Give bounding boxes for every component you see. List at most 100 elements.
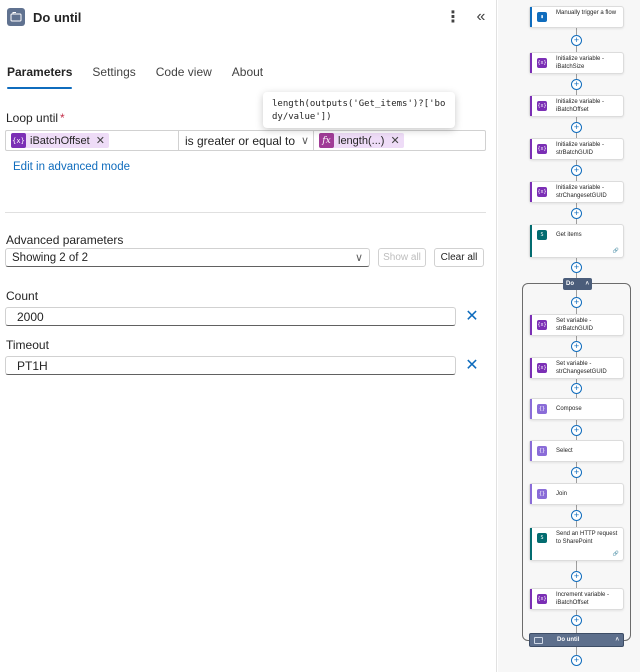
flow-node[interactable]: {x} Set variable - strBatchGUID [529,314,624,336]
tab-code-view[interactable]: Code view [156,64,212,86]
condition-right-operand[interactable]: fx length(...) ✕ [314,131,485,150]
section-divider [5,212,486,213]
do-until-label: Do until [557,637,580,643]
flow-node[interactable]: {x} Initialize variable - strBatchGUID [529,138,624,160]
variable-icon: {x} [537,187,547,197]
do-until-icon [534,636,543,644]
flow-node[interactable]: {x} Increment variable - iBatchOffset [529,588,624,610]
flow-node[interactable]: {} Compose [529,398,624,420]
advanced-parameters-dropdown[interactable]: Showing 2 of 2 ∨ [5,248,370,267]
variable-icon: {x} [11,133,26,148]
condition-left-operand[interactable]: {x} iBatchOffset ✕ [6,131,179,150]
add-action-icon[interactable]: + [571,615,582,626]
add-action-icon[interactable]: + [571,510,582,521]
do-scope-chip[interactable]: Do ˄ [563,278,592,290]
chevron-down-icon: ∨ [354,252,363,264]
node-label: Initialize variable - iBatchSize [556,56,605,70]
expression-tooltip: length(outputs('Get_items')?['body/value… [263,92,455,128]
flow-node[interactable]: {} Select [529,440,624,462]
join-icon: {} [537,489,547,499]
node-label: Initialize variable - strChangesetGUID [556,185,607,199]
do-until-icon [7,8,25,26]
variable-icon: {x} [537,101,547,111]
operator-dropdown[interactable]: is greater or equal to ∨ [179,131,314,150]
count-label: Count [6,289,39,303]
compose-icon: {} [537,404,547,414]
flow-node[interactable]: {x} Initialize variable - iBatchOffset [529,95,624,117]
tab-about[interactable]: About [232,64,263,86]
node-label: Initialize variable - strBatchGUID [556,142,605,156]
operator-value: is greater or equal to [185,133,296,148]
chevron-up-icon: ˄ [615,637,619,643]
timeout-label: Timeout [6,338,49,352]
timeout-input[interactable]: PT1H [5,356,456,375]
remove-timeout-icon[interactable]: ✕ [463,356,481,374]
tab-settings[interactable]: Settings [92,64,135,86]
variable-token[interactable]: {x} iBatchOffset ✕ [11,133,109,148]
trigger-icon: ▮ [537,12,547,22]
add-action-icon[interactable]: + [571,208,582,219]
flow-node[interactable]: {} Join [529,483,624,505]
remove-count-icon[interactable]: ✕ [463,307,481,325]
add-action-icon[interactable]: + [571,79,582,90]
panel-title: Do until [33,10,82,25]
flow-node[interactable]: S Get items 🔗 [529,224,624,258]
show-all-button[interactable]: Show all [378,248,426,267]
chevron-down-icon: ∨ [300,135,309,147]
flow-node-trigger[interactable]: ▮ Manually trigger a flow [529,6,624,28]
sharepoint-icon: S [537,533,547,543]
node-label: Set variable - strChangesetGUID [556,361,607,375]
variable-icon: {x} [537,594,547,604]
flow-node[interactable]: S Send an HTTP request to SharePoint 🔗 [529,527,624,561]
node-label: Initialize variable - iBatchOffset [556,99,605,113]
flow-node[interactable]: {x} Set variable - strChangesetGUID [529,357,624,379]
add-action-icon[interactable]: + [571,571,582,582]
add-action-icon[interactable]: + [571,655,582,666]
tab-bar: Parameters Settings Code view About [7,64,283,90]
clear-all-button[interactable]: Clear all [434,248,484,267]
link-icon: 🔗 [612,551,619,557]
add-action-icon[interactable]: + [571,165,582,176]
node-label: Get items [556,232,582,238]
variable-icon: {x} [537,144,547,154]
add-action-icon[interactable]: + [571,383,582,394]
loop-until-condition: {x} iBatchOffset ✕ is greater or equal t… [5,130,486,151]
node-label: Set variable - strBatchGUID [556,318,594,332]
do-until-node[interactable]: Do until ˄ [529,633,624,647]
node-label: Select [556,448,573,454]
flow-node[interactable]: {x} Initialize variable - strChangesetGU… [529,181,624,203]
add-action-icon[interactable]: + [571,341,582,352]
edit-advanced-mode-link[interactable]: Edit in advanced mode [13,161,130,173]
expression-token-label: length(...) [338,134,385,147]
add-action-icon[interactable]: + [571,35,582,46]
flow-canvas: ▮ Manually trigger a flow {x} Initialize… [498,0,640,672]
loop-until-label: Loop until * [6,111,65,125]
chevron-up-icon: ˄ [585,281,589,287]
flow-node[interactable]: {x} Initialize variable - iBatchSize [529,52,624,74]
variable-icon: {x} [537,320,547,330]
tab-parameters[interactable]: Parameters [7,64,73,89]
node-label: Increment variable - iBatchOffset [556,592,610,606]
remove-token-icon[interactable]: ✕ [96,134,105,147]
add-action-icon[interactable]: + [571,467,582,478]
more-options-icon[interactable]: ⋮ [445,6,461,28]
node-accent [530,7,532,27]
add-action-icon[interactable]: + [571,425,582,436]
add-action-icon[interactable]: + [571,122,582,133]
expression-token[interactable]: fx length(...) ✕ [319,133,404,148]
link-icon: 🔗 [612,248,619,254]
add-action-icon[interactable]: + [571,297,582,308]
function-icon: fx [319,133,334,148]
add-action-icon[interactable]: + [571,262,582,273]
node-label: Join [556,491,568,497]
collapse-panel-icon[interactable]: « [472,6,490,28]
action-details-panel: Do until ⋮ « Parameters Settings Code vi… [0,0,497,672]
do-label: Do [566,281,574,287]
variable-icon: {x} [537,363,547,373]
variable-icon: {x} [537,58,547,68]
node-label: Compose [556,406,582,412]
count-input[interactable]: 2000 [5,307,456,326]
remove-token-icon[interactable]: ✕ [390,134,399,147]
node-label: Send an HTTP request to SharePoint [556,531,618,545]
advanced-parameters-value: Showing 2 of 2 [12,251,89,264]
